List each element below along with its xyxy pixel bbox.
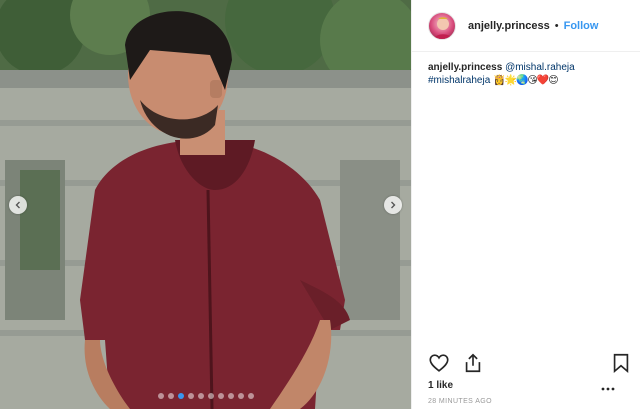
caption-hashtag[interactable]: #mishalraheja xyxy=(428,75,490,86)
caption-emojis: 👸🌟🌏😘❤️😊 xyxy=(493,75,559,86)
carousel-dot xyxy=(157,393,164,399)
profile-picture xyxy=(433,16,453,39)
caption-mention[interactable]: @mishal.raheja xyxy=(505,62,575,73)
likes-count[interactable]: 1 like xyxy=(428,380,453,391)
carousel-dot xyxy=(227,393,234,399)
carousel-dot xyxy=(197,393,204,399)
carousel-dot xyxy=(187,393,194,399)
post-caption: anjelly.princess @mishal.raheja #mishalr… xyxy=(428,61,628,87)
more-options-icon[interactable] xyxy=(600,384,616,394)
bookmark-icon xyxy=(613,353,629,374)
follow-button[interactable]: Follow xyxy=(564,20,599,32)
share-icon xyxy=(465,353,481,373)
carousel-dot xyxy=(247,393,254,399)
post-side-panel: anjelly.princess • Follow anjelly.prince… xyxy=(411,0,640,409)
save-button[interactable] xyxy=(610,352,632,374)
like-button[interactable] xyxy=(428,352,450,374)
header-separator: • xyxy=(554,19,559,32)
carousel-dot xyxy=(217,393,224,399)
chevron-left-icon xyxy=(15,201,20,209)
post-photo[interactable] xyxy=(0,0,411,409)
post-actions xyxy=(428,352,629,376)
carousel-dot xyxy=(237,393,244,399)
next-slide-button[interactable] xyxy=(384,196,402,214)
chevron-right-icon xyxy=(391,201,396,209)
post-header: anjelly.princess • Follow xyxy=(412,0,640,52)
avatar[interactable] xyxy=(428,11,456,40)
author-username[interactable]: anjelly.princess xyxy=(468,20,550,32)
share-button[interactable] xyxy=(462,352,484,374)
photo-image xyxy=(0,0,411,409)
heart-icon xyxy=(429,354,449,372)
post-timestamp: 28 MINUTES AGO xyxy=(428,398,492,405)
carousel-dot xyxy=(167,393,174,399)
instagram-post: anjelly.princess • Follow anjelly.prince… xyxy=(0,0,640,409)
caption-username[interactable]: anjelly.princess xyxy=(428,62,502,73)
carousel-dot xyxy=(207,393,214,399)
carousel-indicator xyxy=(0,393,411,399)
carousel-dot xyxy=(177,393,184,399)
previous-slide-button[interactable] xyxy=(9,196,27,214)
